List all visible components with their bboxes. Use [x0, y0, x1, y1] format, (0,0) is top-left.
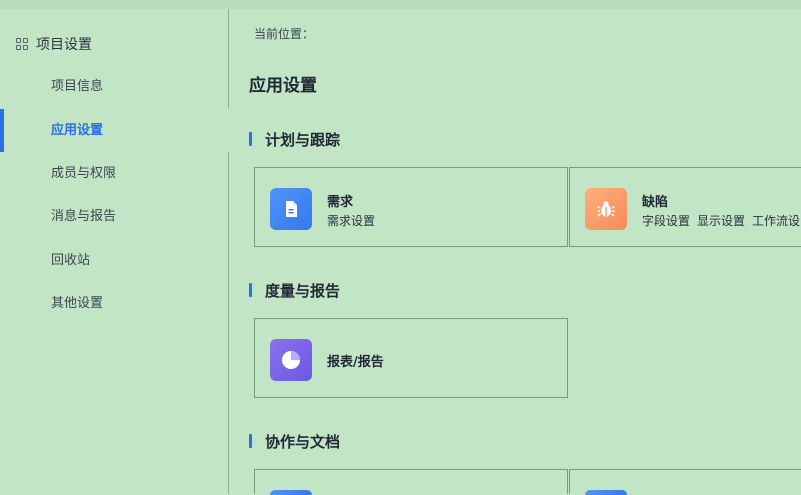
- section-title-label: 计划与跟踪: [265, 130, 341, 149]
- card-defects[interactable]: 缺陷 字段设置 显示设置 工作流设: [569, 167, 801, 247]
- card-title: 报表/报告: [327, 355, 384, 370]
- section-accent-bar: [249, 283, 252, 297]
- document-icon: [270, 188, 312, 230]
- card-links: 需求设置: [327, 212, 382, 229]
- sidebar-group-label: 项目设置: [36, 37, 92, 53]
- sidebar-item-messages-reports[interactable]: 消息与报告: [51, 207, 116, 227]
- sidebar-group-project-settings[interactable]: 项目设置: [16, 35, 92, 53]
- grid-icon: [16, 38, 28, 50]
- breadcrumb: 当前位置：: [254, 27, 315, 41]
- sidebar-item-other-settings[interactable]: 其他设置: [51, 294, 103, 314]
- section-title-label: 度量与报告: [265, 281, 341, 300]
- display-settings-link[interactable]: 显示设置: [697, 214, 745, 228]
- document-icon: [270, 490, 312, 495]
- card-title: 缺陷: [642, 195, 669, 210]
- sidebar-item-app-settings[interactable]: 应用设置: [51, 121, 103, 141]
- document-icon: [585, 490, 627, 495]
- card-requirements[interactable]: 需求 需求设置: [254, 167, 568, 247]
- top-strip: [0, 0, 801, 9]
- section-title-metrics: 度量与报告: [249, 280, 340, 300]
- section-title-label: 协作与文档: [265, 432, 341, 451]
- page-title: 应用设置: [249, 76, 317, 96]
- card-links: 字段设置 显示设置 工作流设: [642, 212, 801, 229]
- section-accent-bar: [249, 434, 252, 448]
- card-reports[interactable]: 报表/报告: [254, 318, 568, 398]
- sidebar-item-members-permissions[interactable]: 成员与权限: [51, 164, 116, 184]
- section-accent-bar: [249, 132, 252, 146]
- requirement-settings-link[interactable]: 需求设置: [327, 214, 375, 228]
- section-title-collaboration: 协作与文档: [249, 431, 340, 451]
- workflow-settings-link[interactable]: 工作流设: [752, 214, 800, 228]
- sidebar: [0, 9, 228, 494]
- active-indicator: [0, 109, 4, 152]
- sidebar-item-recycle-bin[interactable]: 回收站: [51, 251, 90, 271]
- card-partial[interactable]: [254, 469, 568, 495]
- card-partial[interactable]: [569, 469, 801, 495]
- sidebar-divider: [228, 9, 229, 108]
- sidebar-divider: [228, 152, 229, 494]
- sidebar-item-project-info[interactable]: 项目信息: [51, 77, 103, 97]
- pie-chart-icon: [270, 339, 312, 381]
- card-title: 需求: [327, 195, 354, 210]
- bug-icon: [585, 188, 627, 230]
- section-title-planning: 计划与跟踪: [249, 129, 340, 149]
- field-settings-link[interactable]: 字段设置: [642, 214, 690, 228]
